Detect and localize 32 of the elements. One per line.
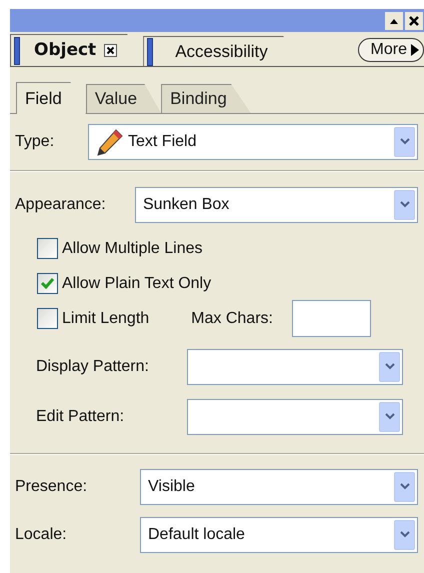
sub-tab[interactable]: Field [16, 82, 86, 114]
field-label: Display Pattern: [36, 357, 150, 377]
more-button[interactable]: More [358, 38, 424, 62]
field-label: Max Chars: [191, 308, 273, 328]
presence-dropdown[interactable]: Visible [140, 469, 418, 505]
checkbox-label: Limit Length [62, 308, 150, 328]
field-label: Locale: [15, 525, 68, 545]
grip-icon[interactable] [14, 36, 20, 64]
checkbox[interactable] [37, 238, 58, 259]
close-icon[interactable] [405, 12, 423, 30]
checkbox-label: Allow Plain Text Only [62, 274, 212, 294]
sub-tab[interactable]: Binding [161, 84, 251, 113]
pencil-icon [96, 128, 124, 156]
grip-icon[interactable] [147, 38, 154, 66]
appearance-dropdown[interactable]: Sunken Box [135, 187, 418, 223]
locale-dropdown[interactable]: Default locale [140, 517, 418, 553]
field-label: Edit Pattern: [36, 407, 126, 427]
checkbox-label: Allow Multiple Lines [62, 238, 203, 258]
edit-pattern-dropdown[interactable] [187, 399, 403, 435]
checkbox[interactable] [37, 273, 58, 294]
max-chars-field[interactable] [292, 300, 371, 337]
check-icon [41, 278, 54, 289]
field-label: Presence: [15, 477, 88, 497]
field-label: Appearance: [15, 195, 107, 215]
close-tab-icon[interactable] [104, 44, 118, 57]
field-label: Type: [15, 132, 56, 152]
sub-tab[interactable]: Value [86, 84, 162, 113]
collapse-icon[interactable] [385, 12, 403, 30]
display-pattern-dropdown[interactable] [187, 349, 403, 385]
checkbox[interactable] [37, 308, 58, 329]
triangle-icon [411, 44, 419, 56]
type-dropdown[interactable]: Text Field [88, 124, 418, 160]
